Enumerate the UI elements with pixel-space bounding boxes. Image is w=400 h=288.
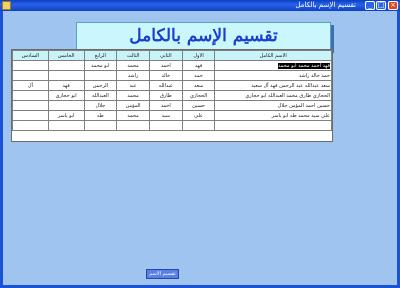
- selected-cell-text[interactable]: فهد احمد محمد ابو محمد: [278, 62, 330, 69]
- table-row[interactable]: الحجازي طارق محمد العبدالله ابو حجازي ال…: [12, 90, 332, 101]
- table-cell[interactable]: محمد: [116, 110, 150, 121]
- app-icon: [2, 1, 11, 10]
- table-cell[interactable]: [181, 120, 216, 131]
- minimize-button[interactable]: _: [365, 1, 375, 10]
- table-cell[interactable]: فهد: [181, 60, 216, 71]
- table-cell[interactable]: سيد: [148, 110, 183, 121]
- table-cell[interactable]: راشد: [116, 70, 150, 81]
- table-cell[interactable]: فهد: [47, 80, 85, 91]
- table-cell[interactable]: [12, 110, 49, 121]
- table-row[interactable]: حمد خالد راشد حمد خالد راشد: [12, 70, 332, 81]
- table-cell[interactable]: ابو ياسر: [47, 110, 85, 121]
- table-cell[interactable]: [12, 60, 49, 71]
- table-cell[interactable]: [47, 70, 85, 81]
- table-cell[interactable]: ابو محمد: [83, 60, 118, 71]
- names-table[interactable]: الاسم الكامل الاول الثاني الثالث الرابع …: [11, 49, 333, 142]
- table-cell[interactable]: طارق: [148, 90, 183, 101]
- table-cell[interactable]: [116, 120, 150, 131]
- table-cell[interactable]: محمد: [116, 90, 150, 101]
- table-cell[interactable]: حسين: [181, 100, 216, 111]
- table-cell[interactable]: سعد: [181, 80, 216, 91]
- table-cell[interactable]: [47, 120, 85, 131]
- table-cell[interactable]: [12, 70, 49, 81]
- table-cell[interactable]: المؤمن: [116, 100, 150, 111]
- table-row-new[interactable]: [12, 120, 332, 131]
- table-cell[interactable]: حمد خالد راشد: [214, 70, 332, 81]
- table-cell[interactable]: جلال: [83, 100, 118, 111]
- table-cell[interactable]: علي: [181, 110, 216, 121]
- title-bar: تقسيم الإسم بالكامل _ □ ×: [0, 0, 400, 11]
- table-cell[interactable]: عبدالله: [148, 80, 183, 91]
- table-cell[interactable]: ابو حجازي: [47, 90, 85, 101]
- table-cell[interactable]: سعد عبدالله عبد الرحمن فهد آل سعيد: [214, 80, 332, 91]
- divide-name-button[interactable]: تقسيم الاسم: [146, 269, 179, 279]
- table-cell[interactable]: [83, 70, 118, 81]
- window-title: تقسيم الإسم بالكامل: [295, 1, 356, 9]
- table-row[interactable]: فهد احمد محمد ابو محمد فهد احمد محمد ابو…: [12, 60, 332, 71]
- table-row[interactable]: سعد عبدالله عبد الرحمن فهد آل سعيد سعد ع…: [12, 80, 332, 91]
- table-cell[interactable]: محمد: [116, 60, 150, 71]
- table-cell[interactable]: حمد: [181, 70, 216, 81]
- heading-panel: تقسيم الإسم بالكامل: [76, 22, 331, 50]
- column-header-full-name[interactable]: الاسم الكامل: [214, 50, 332, 61]
- close-button[interactable]: ×: [388, 1, 398, 10]
- table-cell[interactable]: [12, 120, 49, 131]
- column-header-second[interactable]: الثاني: [148, 50, 183, 61]
- maximize-button[interactable]: □: [376, 1, 386, 10]
- column-header-sixth[interactable]: السادس: [12, 50, 49, 61]
- table-cell[interactable]: [148, 120, 183, 131]
- table-cell[interactable]: [83, 120, 118, 131]
- table-row[interactable]: علي سيد محمد طه ابو ياسر علي سيد محمد طه…: [12, 110, 332, 121]
- table-cell[interactable]: خالد: [148, 70, 183, 81]
- table-cell[interactable]: عبد: [116, 80, 150, 91]
- column-header-fourth[interactable]: الرابع: [83, 50, 118, 61]
- table-cell[interactable]: فهد احمد محمد ابو محمد: [214, 60, 332, 71]
- table-row[interactable]: حسين احمد المؤمن جلال حسين احمد المؤمن ج…: [12, 100, 332, 111]
- column-header-fifth[interactable]: الخامس: [47, 50, 85, 61]
- page-title: تقسيم الإسم بالكامل: [129, 26, 278, 46]
- table-cell[interactable]: [12, 100, 49, 111]
- table-header-row: الاسم الكامل الاول الثاني الثالث الرابع …: [12, 50, 332, 61]
- column-header-third[interactable]: الثالث: [116, 50, 150, 61]
- table-cell[interactable]: طه: [83, 110, 118, 121]
- form-client-area: تقسيم الإسم بالكامل الاسم الكامل الاول ا…: [3, 11, 397, 285]
- table-cell[interactable]: الرحمن: [83, 80, 118, 91]
- table-cell[interactable]: [47, 60, 85, 71]
- table-cell[interactable]: الحجازي: [181, 90, 216, 101]
- table-cell[interactable]: احمد: [148, 100, 183, 111]
- table-cell[interactable]: احمد: [148, 60, 183, 71]
- table-cell[interactable]: [12, 90, 49, 101]
- column-header-first[interactable]: الاول: [181, 50, 216, 61]
- table-cell[interactable]: الحجازي طارق محمد العبدالله ابو حجازي: [214, 90, 332, 101]
- table-cell[interactable]: علي سيد محمد طه ابو ياسر: [214, 110, 332, 121]
- table-cell[interactable]: [214, 120, 332, 131]
- table-cell[interactable]: العبدالله: [83, 90, 118, 101]
- table-cell[interactable]: حسين احمد المؤمن جلال: [214, 100, 332, 111]
- table-cell[interactable]: [47, 100, 85, 111]
- table-cell[interactable]: آل: [12, 80, 49, 91]
